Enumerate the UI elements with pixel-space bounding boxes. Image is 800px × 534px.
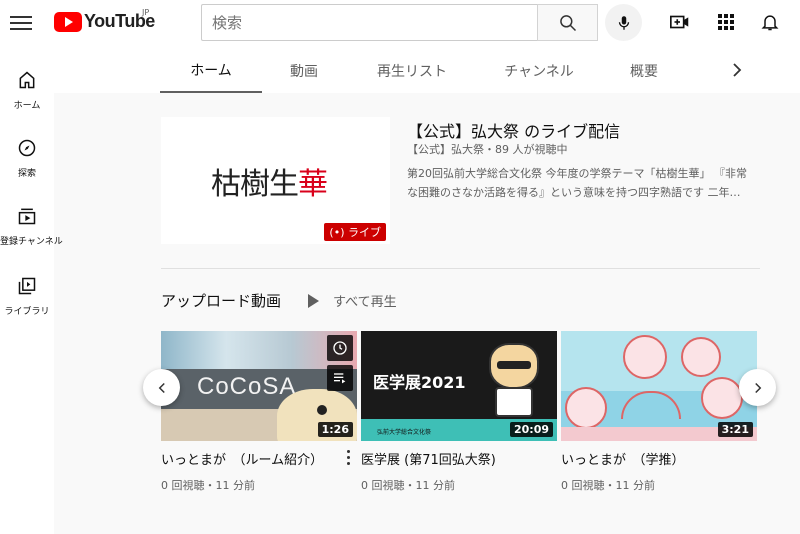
thumbnail-title-text: 医学展2021 bbox=[373, 373, 466, 392]
video-card[interactable]: 医学展2021 弘前大学総合文化祭 20:09 医学展 (第71回弘大祭) 0 … bbox=[361, 331, 557, 492]
watch-later-button[interactable] bbox=[327, 335, 353, 361]
menu-icon[interactable] bbox=[10, 12, 32, 34]
left-sidebar: ホーム 探索 登録チャンネル ライブラリ bbox=[0, 48, 63, 534]
search-button[interactable] bbox=[537, 4, 598, 41]
microphone-icon bbox=[618, 15, 629, 30]
nav-label: ホーム bbox=[13, 101, 41, 111]
chevron-right-icon bbox=[754, 382, 761, 393]
video-meta: 0 回視聴・11 分前 bbox=[561, 479, 655, 492]
chevron-right-icon bbox=[733, 63, 742, 77]
nav-item-explore[interactable]: 探索 bbox=[0, 138, 54, 179]
search-input[interactable] bbox=[201, 4, 537, 41]
nav-label: ライブラリ bbox=[4, 307, 50, 317]
featured-live-thumbnail[interactable]: 枯樹生華 (•) ライブ bbox=[161, 117, 390, 244]
thumbnail-logo-text: 枯樹生華 bbox=[211, 167, 328, 202]
nav-item-home[interactable]: ホーム bbox=[0, 70, 54, 111]
video-thumbnail[interactable]: 医学展2021 弘前大学総合文化祭 20:09 bbox=[361, 331, 557, 441]
nav-label: 探索 bbox=[17, 169, 36, 179]
top-header: YouTube JP bbox=[0, 0, 800, 48]
play-icon bbox=[308, 293, 319, 308]
featured-description: 第20回弘前大学総合文化祭 今年度の学祭テーマ「枯樹生華」 『非常な困難のさなか… bbox=[407, 167, 747, 199]
clock-icon bbox=[333, 341, 347, 355]
illustration-circle bbox=[681, 337, 721, 377]
tab-playlists[interactable]: 再生リスト bbox=[357, 48, 467, 93]
channel-tabs: ホーム 動画 再生リスト チャンネル 概要 bbox=[54, 48, 800, 93]
tab-videos[interactable]: 動画 bbox=[269, 48, 339, 93]
apps-button[interactable] bbox=[714, 10, 738, 34]
video-thumbnail[interactable]: 3:21 bbox=[561, 331, 757, 441]
video-title[interactable]: いっとまが （ルーム紹介） bbox=[161, 449, 323, 468]
thumbnail-sign-text: CoCoSA bbox=[197, 373, 297, 400]
nav-item-library[interactable]: ライブラリ bbox=[0, 276, 54, 317]
video-title[interactable]: いっとまが （学推） bbox=[561, 449, 685, 468]
video-duration: 20:09 bbox=[509, 422, 553, 437]
section-divider bbox=[161, 268, 760, 269]
illustration-circle bbox=[623, 335, 667, 379]
search-bar bbox=[201, 4, 598, 41]
nav-label: 登録チャンネル bbox=[0, 237, 63, 247]
shelf-next-button[interactable] bbox=[739, 369, 776, 406]
queue-icon bbox=[334, 373, 346, 384]
tab-home[interactable]: ホーム bbox=[160, 48, 262, 93]
library-icon bbox=[18, 277, 36, 295]
video-duration: 1:26 bbox=[317, 422, 353, 437]
featured-meta: 【公式】弘大祭・89 人が視聴中 bbox=[407, 143, 568, 156]
nav-item-subscriptions[interactable]: 登録チャンネル bbox=[0, 206, 63, 247]
more-options-icon[interactable] bbox=[345, 449, 351, 467]
create-button[interactable] bbox=[668, 10, 692, 34]
bell-icon bbox=[761, 15, 779, 31]
uploads-shelf-title[interactable]: アップロード動画 bbox=[161, 290, 281, 311]
play-all-label: すべて再生 bbox=[333, 295, 397, 310]
play-logo-icon bbox=[54, 11, 82, 32]
voice-search-button[interactable] bbox=[605, 4, 642, 41]
illustration-circle bbox=[701, 377, 743, 419]
region-label: JP bbox=[142, 8, 150, 17]
illustration-circle bbox=[565, 387, 607, 429]
video-title[interactable]: 医学展 (第71回弘大祭) bbox=[361, 449, 496, 468]
tab-channels[interactable]: チャンネル bbox=[484, 48, 594, 93]
add-to-queue-button[interactable] bbox=[327, 365, 353, 391]
play-all-button[interactable]: すべて再生 bbox=[308, 291, 397, 310]
search-icon bbox=[559, 14, 576, 31]
tabs-next-button[interactable] bbox=[724, 58, 748, 82]
featured-title[interactable]: 【公式】弘大祭 のライブ配信 bbox=[407, 118, 620, 142]
shelf-prev-button[interactable] bbox=[143, 369, 180, 406]
compass-icon bbox=[18, 139, 36, 157]
home-icon bbox=[19, 71, 35, 89]
notifications-button[interactable] bbox=[758, 10, 782, 34]
subscriptions-icon bbox=[18, 208, 36, 225]
chevron-left-icon bbox=[158, 382, 165, 393]
create-video-icon bbox=[670, 15, 689, 29]
apps-grid-icon bbox=[718, 14, 734, 30]
youtube-logo[interactable]: YouTube bbox=[54, 11, 155, 32]
video-card[interactable]: CoCoSA 1:26 いっとまが （ルーム紹介） 0 回視聴・11 分前 bbox=[161, 331, 357, 492]
video-card[interactable]: 3:21 いっとまが （学推） 0 回視聴・11 分前 bbox=[561, 331, 757, 492]
live-badge: (•) ライブ bbox=[324, 223, 386, 241]
video-meta: 0 回視聴・11 分前 bbox=[361, 479, 455, 492]
thumbnail-subtitle: 弘前大学総合文化祭 bbox=[377, 429, 432, 436]
video-meta: 0 回視聴・11 分前 bbox=[161, 479, 255, 492]
tab-about[interactable]: 概要 bbox=[614, 48, 674, 93]
video-duration: 3:21 bbox=[717, 422, 753, 437]
video-thumbnail[interactable]: CoCoSA 1:26 bbox=[161, 331, 357, 441]
